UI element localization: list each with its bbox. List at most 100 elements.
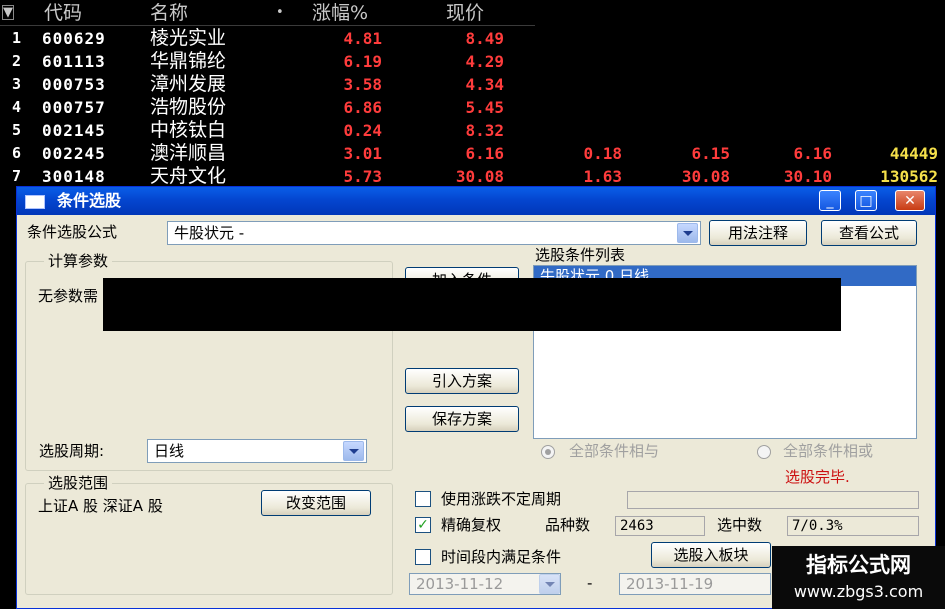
cell-idx: 5: [12, 121, 22, 139]
variety-count-value: 2463: [615, 516, 705, 536]
cell-idx: 7: [12, 167, 22, 185]
range-value: 上证A 股 深证A 股: [38, 497, 163, 515]
cell-e1: 1.63: [583, 167, 622, 186]
date-end-field[interactable]: 2013-11-19: [619, 573, 771, 595]
cell-name: 华鼎锦纶: [150, 50, 227, 72]
date-separator: -: [587, 574, 593, 592]
table-row[interactable]: 3 000753 漳州发展 3.58 4.34: [0, 73, 945, 96]
column-dot-icon: •: [276, 5, 284, 20]
window-icon: [25, 195, 45, 209]
change-range-button[interactable]: 改变范围: [261, 490, 371, 516]
date-start-dropdown-icon[interactable]: [539, 574, 560, 594]
cell-vol: 44449: [889, 144, 938, 163]
irregular-period-checkbox[interactable]: [415, 491, 431, 507]
cell-pct: 6.19: [343, 52, 382, 71]
formula-select[interactable]: 牛股状元 -: [167, 221, 701, 245]
table-row[interactable]: 1 600629 棱光实业 4.81 8.49: [0, 27, 945, 50]
cell-code: 000753: [42, 75, 106, 94]
cell-e3: 6.16: [793, 144, 832, 163]
period-value: 日线: [154, 442, 185, 460]
date-end-value: 2013-11-19: [626, 575, 714, 593]
cell-name: 中核钛白: [150, 119, 227, 141]
cell-price: 4.34: [465, 75, 504, 94]
radio-all-and[interactable]: [541, 445, 555, 459]
table-row[interactable]: 6 002245 澳洋顺昌 3.01 6.16 0.18 6.15 6.16 44449: [0, 142, 945, 165]
cell-vol: 130562: [880, 167, 938, 186]
precise-adjust-label: 精确复权: [441, 516, 502, 534]
sort-marker-icon[interactable]: ▼: [2, 5, 14, 20]
selected-count-label: 选中数: [717, 516, 763, 534]
import-scheme-button[interactable]: 引入方案: [405, 368, 519, 394]
progress-bar: [627, 491, 919, 509]
save-scheme-button[interactable]: 保存方案: [405, 406, 519, 432]
view-formula-button[interactable]: 查看公式: [821, 220, 917, 246]
precise-adjust-checkbox[interactable]: ✓: [415, 517, 431, 533]
cell-e2: 6.15: [691, 144, 730, 163]
cell-name: 漳州发展: [150, 73, 227, 95]
add-to-block-button[interactable]: 选股入板块: [651, 542, 771, 568]
close-button[interactable]: ✕: [895, 190, 925, 211]
formula-dropdown-icon[interactable]: [677, 223, 698, 243]
header-divider: [0, 25, 535, 26]
radio-all-and-label: 全部条件相与: [569, 442, 660, 460]
cell-e3: 30.10: [783, 167, 832, 186]
cell-price: 4.29: [465, 52, 504, 71]
column-header-code[interactable]: 代码: [44, 0, 82, 26]
radio-all-or[interactable]: [757, 445, 771, 459]
cell-price: 8.49: [465, 29, 504, 48]
cell-pct: 3.01: [343, 144, 382, 163]
cell-code: 002145: [42, 121, 106, 140]
condition-list-label: 选股条件列表: [535, 246, 626, 264]
maximize-button[interactable]: □: [855, 190, 877, 211]
variety-count-label: 品种数: [545, 516, 591, 534]
table-row[interactable]: 2 601113 华鼎锦纶 6.19 4.29: [0, 50, 945, 73]
cell-code: 600629: [42, 29, 106, 48]
column-header-change-pct[interactable]: 涨幅%: [312, 0, 368, 26]
watermark-title: 指标公式网: [806, 553, 911, 577]
cell-idx: 6: [12, 144, 22, 162]
cell-pct: 3.58: [343, 75, 382, 94]
cell-e1: 0.18: [583, 144, 622, 163]
period-label: 选股周期:: [39, 442, 105, 460]
cell-code: 002245: [42, 144, 106, 163]
cell-idx: 2: [12, 52, 22, 70]
redaction-block: [103, 278, 841, 331]
table-row[interactable]: 7 300148 天舟文化 5.73 30.08 1.63 30.08 30.10 130562: [0, 165, 945, 188]
cell-name: 澳洋顺昌: [150, 142, 227, 164]
period-dropdown-icon[interactable]: [343, 441, 364, 461]
time-range-checkbox[interactable]: [415, 549, 431, 565]
radio-all-or-label: 全部条件相或: [783, 442, 874, 460]
cell-price: 5.45: [465, 98, 504, 117]
cell-pct: 4.81: [343, 29, 382, 48]
column-header-price[interactable]: 现价: [446, 0, 484, 26]
dialog-title: 条件选股: [57, 191, 122, 210]
cell-e2: 30.08: [681, 167, 730, 186]
cell-name: 天舟文化: [150, 165, 227, 187]
cell-name: 浩物股份: [150, 96, 227, 118]
cell-price: 30.08: [455, 167, 504, 186]
column-header-name[interactable]: 名称: [150, 0, 188, 26]
no-params-text: 无参数需: [38, 287, 99, 305]
cell-idx: 4: [12, 98, 22, 116]
formula-value: 牛股状元 -: [174, 224, 245, 242]
table-row[interactable]: 4 000757 浩物股份 6.86 5.45: [0, 96, 945, 119]
usage-notes-button[interactable]: 用法注释: [709, 220, 807, 246]
params-group-label: 计算参数: [44, 252, 113, 270]
cell-idx: 3: [12, 75, 22, 93]
period-select[interactable]: 日线: [147, 439, 367, 463]
dialog-titlebar[interactable]: 条件选股 _ □ ✕: [17, 187, 935, 215]
watermark-url: www.zbgs3.com: [793, 582, 924, 601]
cell-price: 8.32: [465, 121, 504, 140]
cell-code: 601113: [42, 52, 106, 71]
table-row[interactable]: 5 002145 中核钛白 0.24 8.32: [0, 119, 945, 142]
irregular-period-label: 使用涨跌不定周期: [441, 490, 562, 508]
minimize-button[interactable]: _: [819, 190, 841, 211]
cell-code: 000757: [42, 98, 106, 117]
range-group-label: 选股范围: [44, 474, 113, 492]
cell-pct: 5.73: [343, 167, 382, 186]
time-range-label: 时间段内满足条件: [441, 548, 562, 566]
selected-count-value: 7/0.3%: [787, 516, 919, 536]
cell-price: 6.16: [465, 144, 504, 163]
cell-idx: 1: [12, 29, 22, 47]
status-done-text: 选股完毕.: [785, 468, 850, 486]
